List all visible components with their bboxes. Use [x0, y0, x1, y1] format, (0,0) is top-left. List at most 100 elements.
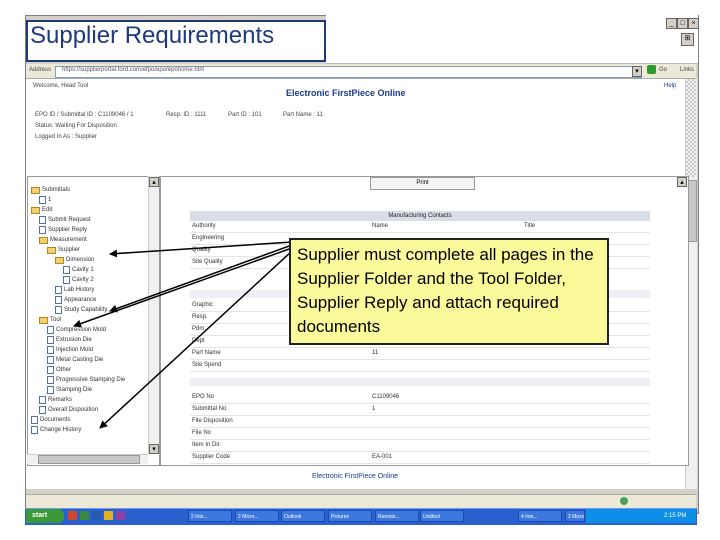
- folder-icon: [39, 236, 48, 244]
- row-value: 1: [372, 406, 376, 412]
- folder-icon: [31, 186, 40, 194]
- taskbar-button[interactable]: Pictures: [328, 510, 372, 522]
- maximize-icon[interactable]: □: [677, 18, 688, 29]
- taskbar-button[interactable]: 2 Inte...: [188, 510, 232, 522]
- tree-item-label: Remarks: [48, 397, 73, 403]
- tree-scroll-down-icon[interactable]: ▾: [149, 444, 159, 454]
- tree-scroll-up-icon[interactable]: ▴: [149, 177, 159, 187]
- document-icon: [39, 196, 46, 204]
- tree-item-label: Submit Request: [48, 217, 91, 223]
- tree-item[interactable]: Submittals: [31, 185, 125, 195]
- tree-item-label: Cavity 2: [72, 277, 94, 283]
- footer-title: Electronic FirstPiece Online: [312, 473, 398, 480]
- tree-item[interactable]: Overall Disposition: [31, 405, 125, 415]
- taskbar-button[interactable]: Untitled: [420, 510, 464, 522]
- go-button[interactable]: Go: [659, 67, 667, 73]
- taskbar-button[interactable]: Remote...: [375, 510, 419, 522]
- tree-item[interactable]: Documents: [31, 415, 125, 425]
- row-label: EPO No: [192, 394, 215, 400]
- tree-item[interactable]: Cavity 1: [31, 265, 125, 275]
- document-icon: [55, 286, 62, 294]
- row-value: EA-001: [372, 454, 393, 460]
- row-value: C1109046: [372, 394, 400, 400]
- row-label: Item In Dir.: [192, 442, 222, 448]
- tree-item[interactable]: 1: [31, 195, 125, 205]
- taskbar-button[interactable]: 2 Micro...: [565, 510, 585, 522]
- info-logged-in: Logged In As : Supplier: [35, 134, 98, 140]
- tree-item[interactable]: Change History: [31, 425, 125, 435]
- welcome-text: Welcome, Head Tool: [33, 83, 89, 89]
- tree-item-label: Dimension: [66, 257, 95, 263]
- internet-zone-icon: [620, 497, 628, 505]
- tree-item[interactable]: Stamping Die: [31, 385, 125, 395]
- taskbar-button[interactable]: Outlook: [281, 510, 325, 522]
- tree-item-label: Overall Disposition: [48, 407, 99, 413]
- address-dropdown-icon[interactable]: ▾: [632, 66, 642, 77]
- close-icon[interactable]: ×: [688, 18, 699, 29]
- start-button[interactable]: start: [26, 509, 64, 523]
- quicklaunch-icon-2[interactable]: [80, 511, 89, 520]
- minimize-icon[interactable]: _: [666, 18, 677, 29]
- quicklaunch-icon-4[interactable]: [104, 511, 113, 520]
- tree-item[interactable]: Injection Mold: [31, 345, 125, 355]
- tree-item[interactable]: Supplier Reply: [31, 225, 125, 235]
- tree-item[interactable]: Metal Casting Die: [31, 355, 125, 365]
- tree-item-label: Injection Mold: [56, 347, 94, 353]
- tree-item[interactable]: Progressive Stamping Die: [31, 375, 125, 385]
- document-icon: [47, 336, 54, 344]
- row-label: Site Spend: [192, 362, 222, 368]
- tree-item[interactable]: Lab History: [31, 285, 125, 295]
- tree-item-label: Metal Casting Die: [56, 357, 104, 363]
- quicklaunch-icon-3[interactable]: [92, 511, 101, 520]
- tree-item-label: Progressive Stamping Die: [56, 377, 126, 383]
- tree-item[interactable]: Cavity 2: [31, 275, 125, 285]
- slide-title: Supplier Requirements: [30, 22, 275, 49]
- folder-icon: [31, 206, 40, 214]
- tree-item[interactable]: Dimension: [31, 255, 125, 265]
- links-button[interactable]: Links: [680, 67, 694, 73]
- document-icon: [47, 356, 54, 364]
- info-status: Status: Waiting For Disposition: [35, 123, 117, 129]
- tree-item-label: Submittals: [42, 187, 71, 193]
- submittal-rows: EPO No C1109046 Submittal No 1 File Disposit…: [190, 392, 650, 464]
- quicklaunch-icon-5[interactable]: [116, 511, 125, 520]
- go-arrow-icon[interactable]: [647, 65, 656, 74]
- tree-item[interactable]: Tool: [31, 315, 125, 325]
- tree-vertical-scrollbar[interactable]: [148, 176, 159, 454]
- quicklaunch-icon-1[interactable]: [68, 511, 77, 520]
- row-label: File Disposition: [192, 418, 233, 424]
- taskbar-button[interactable]: 4 Inte...: [518, 510, 562, 522]
- tree-item[interactable]: Measurement: [31, 235, 125, 245]
- document-icon: [63, 276, 70, 284]
- column-title: Title: [524, 223, 536, 229]
- tree-item[interactable]: Edit: [31, 205, 125, 215]
- tree-item[interactable]: Appearance: [31, 295, 125, 305]
- info-part-id: Part ID : 101: [228, 112, 262, 118]
- print-button[interactable]: Print: [370, 177, 475, 190]
- tree-hscroll-thumb[interactable]: [38, 455, 140, 464]
- tree-item[interactable]: Submit Request: [31, 215, 125, 225]
- info-epo-id: EPO ID / Submittal ID : C1109046 / 1: [35, 112, 134, 118]
- section-separator-2: [190, 378, 650, 386]
- row-label: Part Name: [192, 350, 221, 356]
- content-scroll-up-icon[interactable]: ▴: [677, 177, 687, 187]
- folder-icon: [39, 316, 48, 324]
- tree-list: Submittals 1 Edit Submit Request Supplier Re…: [31, 185, 125, 435]
- table-row: Submittal No 1: [190, 404, 650, 416]
- tree-item[interactable]: Extrusion Die: [31, 335, 125, 345]
- tree-item[interactable]: Remarks: [31, 395, 125, 405]
- tree-item[interactable]: Study Capability: [31, 305, 125, 315]
- clock: 2:15 PM: [664, 513, 687, 519]
- column-name: Name: [372, 223, 389, 229]
- tree-item[interactable]: Compression Mold: [31, 325, 125, 335]
- tree-item[interactable]: Other: [31, 365, 125, 375]
- tree-item-label: Extrusion Die: [56, 337, 92, 343]
- folder-icon: [55, 256, 64, 264]
- browser-titlebar: [326, 15, 698, 34]
- table-row: Supplier Code EA-001: [190, 452, 650, 464]
- callout-box: Supplier must complete all pages in the …: [289, 238, 609, 345]
- help-link[interactable]: Help: [664, 83, 676, 89]
- info-resp-id: Resp. ID : 1111: [166, 112, 207, 118]
- tree-item[interactable]: Supplier: [31, 245, 125, 255]
- taskbar-button[interactable]: 2 Micro...: [235, 510, 279, 522]
